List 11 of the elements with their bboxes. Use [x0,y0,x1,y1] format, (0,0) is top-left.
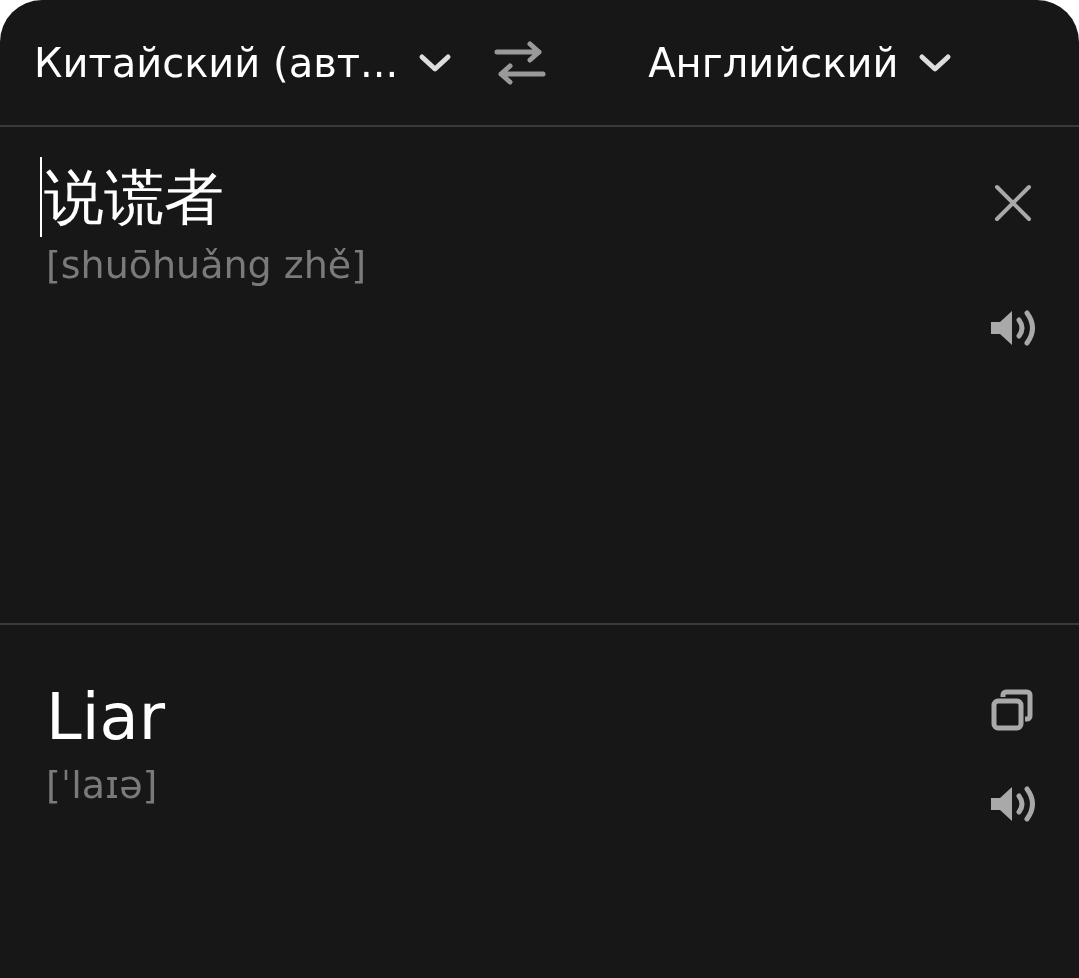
transliteration: [shuōhuǎng zhě] [46,243,367,287]
swap-languages-icon[interactable] [494,40,547,85]
target-language-dropdown[interactable]: Английский [648,39,953,86]
translation-text: Liar [46,679,165,756]
chevron-down-icon [918,52,953,73]
transcription: [ˈlaɪə] [46,763,158,807]
source-language-dropdown[interactable]: Китайский (авт... [34,39,453,86]
chevron-down-icon [418,52,453,73]
close-icon[interactable] [993,183,1033,223]
source-text-field[interactable]: 说谎者 [40,157,224,237]
copy-icon[interactable] [991,689,1033,731]
